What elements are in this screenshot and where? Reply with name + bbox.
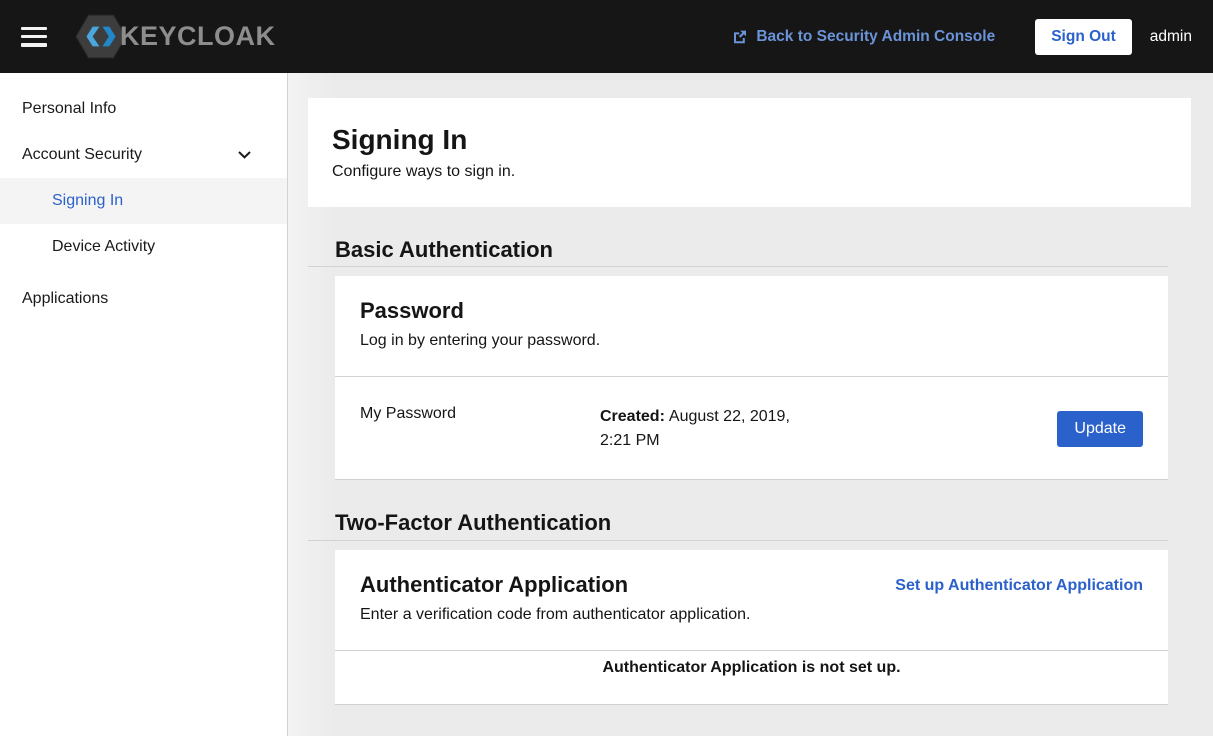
authenticator-empty-row: Authenticator Application is not set up.: [335, 650, 1168, 704]
page-title: Signing In: [332, 126, 1167, 154]
keycloak-account-console: KEYCLOAK Back to Security Admin Console …: [0, 0, 1213, 736]
menu-icon[interactable]: [21, 27, 47, 47]
password-card-description: Log in by entering your password.: [360, 332, 1143, 350]
page-subtitle: Configure ways to sign in.: [332, 163, 1167, 181]
my-password-row: My Password Created:August 22, 2019, 2:2…: [335, 376, 1168, 479]
section-two-factor-authentication: Two-Factor Authentication Authenticator …: [308, 511, 1168, 704]
chevron-down-icon: [238, 151, 251, 159]
sidebar-nav: Personal Info Account Security Signing I…: [0, 73, 288, 736]
external-link-icon: [732, 29, 748, 45]
sidebar-item-label: Account Security: [22, 146, 142, 164]
page-body: Personal Info Account Security Signing I…: [0, 73, 1213, 736]
sidebar-item-account-security[interactable]: Account Security: [0, 132, 287, 178]
sidebar-item-device-activity[interactable]: Device Activity: [0, 224, 287, 270]
authenticator-application-card: Authenticator Application Enter a verifi…: [335, 550, 1168, 705]
sign-out-button[interactable]: Sign Out: [1035, 19, 1132, 55]
header-actions: Back to Security Admin Console Sign Out …: [732, 19, 1192, 55]
my-password-label: My Password: [360, 405, 600, 423]
account-security-subnav: Signing In Device Activity: [0, 178, 287, 270]
password-card-title: Password: [360, 299, 1143, 323]
username: admin: [1150, 28, 1192, 46]
password-card-header: Password Log in by entering your passwor…: [335, 276, 1168, 376]
password-created-value: Created:August 22, 2019, 2:21 PM: [600, 405, 805, 453]
main-content: Signing In Configure ways to sign in. Ba…: [288, 73, 1213, 736]
back-to-admin-console-link[interactable]: Back to Security Admin Console: [732, 28, 995, 46]
page-header-card: Signing In Configure ways to sign in.: [308, 98, 1191, 207]
created-label: Created:: [600, 408, 665, 425]
authenticator-card-description: Enter a verification code from authentic…: [360, 606, 750, 624]
keycloak-logo[interactable]: KEYCLOAK: [75, 13, 276, 60]
sidebar-item-label: Applications: [22, 290, 108, 308]
sidebar-item-applications[interactable]: Applications: [0, 276, 287, 322]
authenticator-card-title: Authenticator Application: [360, 573, 750, 597]
back-link-label: Back to Security Admin Console: [756, 28, 995, 46]
authenticator-card-titles: Authenticator Application Enter a verifi…: [360, 573, 750, 624]
sidebar-item-personal-info[interactable]: Personal Info: [0, 86, 287, 132]
section-basic-authentication: Basic Authentication Password Log in by …: [308, 238, 1168, 480]
top-header: KEYCLOAK Back to Security Admin Console …: [0, 0, 1213, 73]
password-card: Password Log in by entering your passwor…: [335, 276, 1168, 480]
setup-authenticator-link[interactable]: Set up Authenticator Application: [895, 577, 1143, 595]
sidebar-item-signing-in[interactable]: Signing In: [0, 178, 287, 224]
authenticator-empty-message: Authenticator Application is not set up.: [602, 659, 900, 677]
sidebar-item-label: Signing In: [52, 192, 123, 210]
sidebar-item-label: Personal Info: [22, 100, 116, 118]
sidebar-item-label: Device Activity: [52, 238, 155, 256]
section-heading-basic-authentication: Basic Authentication: [308, 238, 1168, 267]
authenticator-card-header: Authenticator Application Enter a verifi…: [335, 550, 1168, 650]
brand-text: KEYCLOAK: [120, 21, 276, 52]
section-heading-two-factor: Two-Factor Authentication: [308, 511, 1168, 540]
update-password-button[interactable]: Update: [1057, 411, 1143, 447]
